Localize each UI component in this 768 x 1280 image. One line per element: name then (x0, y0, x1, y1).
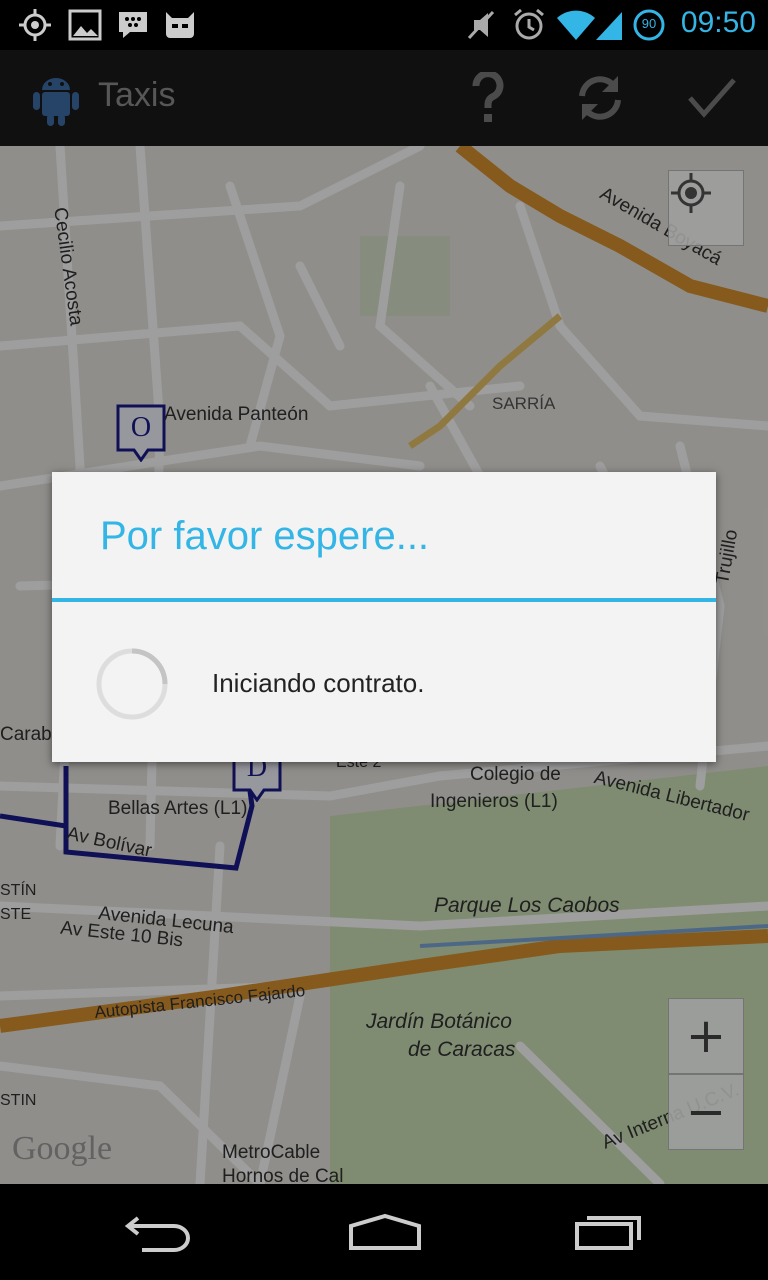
clock: 09:50 (680, 6, 756, 39)
signal-icon (594, 8, 624, 46)
dialog-title: Por favor espere... (100, 514, 430, 558)
gps-icon (18, 8, 52, 46)
loading-spinner-icon (94, 646, 170, 722)
alarm-icon (512, 8, 546, 46)
dialog-message: Iniciando contrato. (212, 668, 425, 698)
navigation-bar (0, 1184, 768, 1280)
image-icon (68, 8, 102, 46)
blackberry-icon (116, 8, 150, 46)
wifi-icon (556, 8, 596, 46)
back-button[interactable] (104, 1202, 214, 1266)
home-button[interactable] (330, 1202, 440, 1266)
dialog-divider (52, 598, 716, 602)
status-bar: 90 09:50 (0, 0, 768, 50)
home-icon (347, 1212, 423, 1256)
mute-icon (466, 8, 496, 46)
recents-button[interactable] (554, 1202, 664, 1266)
progress-dialog: Por favor espere... Iniciando contrato. (52, 472, 716, 762)
battery-level: 90 (641, 16, 657, 31)
recents-icon (573, 1212, 645, 1256)
battery-icon: 90 (632, 8, 666, 46)
cyanogen-icon (162, 8, 198, 46)
back-icon (124, 1212, 194, 1256)
